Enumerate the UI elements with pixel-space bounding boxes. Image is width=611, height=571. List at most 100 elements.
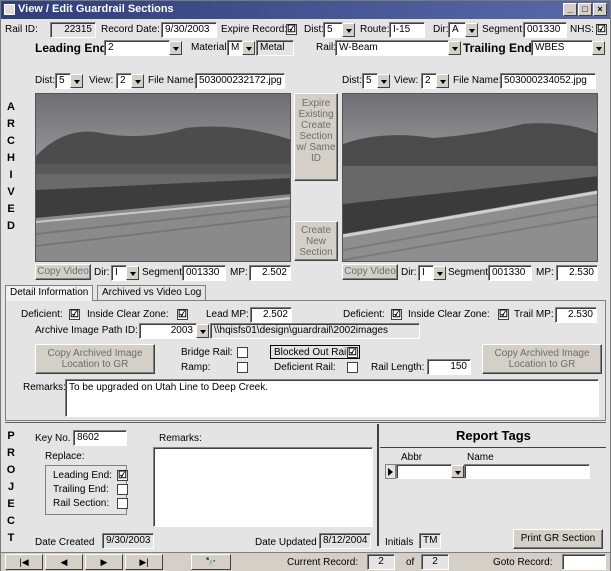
leading-end-field[interactable]: 2: [104, 40, 170, 56]
left-file-name-field[interactable]: 503000232172.jpg: [195, 73, 285, 89]
nhs-label: NHS:: [570, 24, 594, 35]
lead-mp-field[interactable]: 2.502: [250, 307, 292, 323]
route-field[interactable]: I-15: [389, 22, 425, 38]
next-record-button[interactable]: ▶: [85, 554, 123, 570]
left-dir-field[interactable]: I: [111, 265, 127, 281]
segment-field[interactable]: 001330: [523, 22, 567, 38]
replace-rail-section-checkbox[interactable]: [117, 498, 128, 509]
dist-dropdown-icon[interactable]: [342, 23, 355, 37]
record-selector[interactable]: [385, 464, 396, 479]
right-dist-dropdown-icon[interactable]: [377, 74, 390, 88]
record-date-field[interactable]: 9/30/2003: [161, 22, 217, 38]
current-record-field[interactable]: 2: [367, 554, 395, 570]
rail-length-field[interactable]: 150: [427, 359, 471, 375]
left-segment-field[interactable]: 001330: [182, 265, 226, 281]
replace-trailing-end-label: Trailing End:: [53, 484, 109, 495]
right-dir-field[interactable]: I: [418, 265, 434, 281]
left-mp-label: MP:: [230, 267, 248, 278]
replace-leading-end-checkbox[interactable]: ☑: [117, 470, 128, 481]
bridge-rail-checkbox[interactable]: [237, 347, 248, 358]
first-record-button[interactable]: |◀: [5, 554, 43, 570]
left-view-field[interactable]: 2: [116, 73, 132, 89]
create-new-section-button[interactable]: Create New Section: [294, 221, 338, 261]
expire-record-checkbox[interactable]: ☑: [286, 24, 297, 35]
dir-dropdown-icon[interactable]: [465, 23, 478, 37]
left-view-dropdown-icon[interactable]: [131, 74, 144, 88]
find-record-binoculars-icon[interactable]: 🔭: [191, 554, 231, 570]
right-copy-video-button[interactable]: Copy Video: [342, 264, 398, 280]
right-view-dropdown-icon[interactable]: [436, 74, 449, 88]
material-code-field[interactable]: M: [227, 40, 243, 56]
tab-archived-vs-video-log[interactable]: Archived vs Video Log: [97, 285, 207, 301]
material-name-field: Metal: [256, 40, 294, 56]
replace-rail-section-label: Rail Section:: [53, 498, 110, 509]
report-tags-abbr-header: Abbr: [401, 452, 423, 463]
print-gr-section-button[interactable]: Print GR Section: [513, 529, 603, 549]
report-tags-divider: [377, 424, 379, 546]
ramp-checkbox[interactable]: [237, 362, 248, 373]
nhs-checkbox[interactable]: ☑: [596, 24, 607, 35]
left-copy-video-button[interactable]: Copy Video: [35, 264, 91, 280]
right-dir-dropdown-icon[interactable]: [433, 266, 446, 280]
left-dist-dropdown-icon[interactable]: [70, 74, 83, 88]
left-dist-label: Dist:: [35, 75, 55, 86]
expire-create-section-button[interactable]: Expire Existing Create Section w/ Same I…: [294, 93, 338, 181]
trail-deficient-checkbox[interactable]: ☑: [391, 309, 402, 320]
right-view-label: View:: [394, 75, 419, 86]
left-view-label: View:: [89, 75, 114, 86]
previous-record-button[interactable]: ◀: [45, 554, 83, 570]
trail-mp-field[interactable]: 2.530: [555, 307, 597, 323]
lead-inside-clear-zone-label: Inside Clear Zone:: [87, 309, 169, 320]
report-tag-abbr-dropdown-icon[interactable]: [451, 465, 464, 478]
report-tags-title: Report Tags: [456, 428, 531, 443]
maximize-button[interactable]: □: [578, 3, 592, 16]
minimize-button[interactable]: _: [563, 3, 577, 16]
last-record-button[interactable]: ▶|: [125, 554, 163, 570]
copy-archived-left-button[interactable]: Copy Archived Image Location to GR: [35, 344, 155, 374]
trailing-end-dropdown-icon[interactable]: [592, 41, 605, 55]
copy-archived-right-button[interactable]: Copy Archived Image Location to GR: [482, 344, 602, 374]
goto-record-field[interactable]: [562, 554, 606, 570]
project-vertical-label: PROJECT: [6, 430, 16, 544]
rail-field[interactable]: W-Beam: [335, 40, 449, 56]
lead-mp-label: Lead MP:: [206, 309, 249, 320]
remarks-field[interactable]: To be upgraded on Utah Line to Deep Cree…: [65, 379, 599, 417]
segment-label: Segment:: [482, 24, 525, 35]
right-view-field[interactable]: 2: [421, 73, 437, 89]
lead-inside-clear-zone-checkbox[interactable]: ☑: [177, 309, 188, 320]
rail-dropdown-icon[interactable]: [448, 41, 461, 55]
trail-deficient-label: Deficient:: [343, 309, 385, 320]
dir-field[interactable]: A: [448, 22, 466, 38]
report-tag-abbr-field[interactable]: [396, 464, 452, 479]
dist-field[interactable]: 5: [323, 22, 343, 38]
report-tag-name-field[interactable]: [464, 464, 590, 479]
left-dir-dropdown-icon[interactable]: [126, 266, 139, 280]
right-mp-field[interactable]: 2.530: [556, 265, 598, 281]
expire-record-label: Expire Record:: [221, 24, 288, 35]
archive-year-dropdown-icon[interactable]: [196, 324, 209, 338]
deficient-rail-label: Deficient Rail:: [274, 362, 336, 373]
project-remarks-field[interactable]: [153, 447, 373, 527]
bridge-rail-label: Bridge Rail:: [181, 347, 233, 358]
date-updated-field: 8/12/2004: [319, 533, 371, 549]
trail-inside-clear-zone-checkbox[interactable]: ☑: [498, 309, 509, 320]
replace-trailing-end-checkbox[interactable]: [117, 484, 128, 495]
key-no-field[interactable]: 8602: [73, 430, 127, 446]
trailing-end-label: Trailing End: [463, 41, 532, 55]
left-mp-field[interactable]: 2.502: [249, 265, 291, 281]
archive-year-field[interactable]: 2003: [139, 323, 197, 339]
tab-detail-information[interactable]: Detail Information: [5, 285, 94, 301]
right-segment-field[interactable]: 001330: [488, 265, 532, 281]
blocked-out-rail-checkbox[interactable]: ☑: [347, 347, 358, 358]
right-file-name-field[interactable]: 503000234052.jpg: [500, 73, 596, 89]
left-archived-photo: [35, 93, 291, 262]
lead-deficient-checkbox[interactable]: ☑: [69, 309, 80, 320]
material-dropdown-icon[interactable]: [242, 41, 255, 55]
right-dist-field[interactable]: 5: [362, 73, 378, 89]
leading-end-dropdown-icon[interactable]: [169, 41, 182, 55]
trailing-end-field[interactable]: WBES: [531, 40, 593, 56]
deficient-rail-checkbox[interactable]: [347, 362, 358, 373]
left-dist-field[interactable]: 5: [55, 73, 71, 89]
section-divider: [5, 422, 606, 423]
close-button[interactable]: ×: [593, 3, 607, 16]
